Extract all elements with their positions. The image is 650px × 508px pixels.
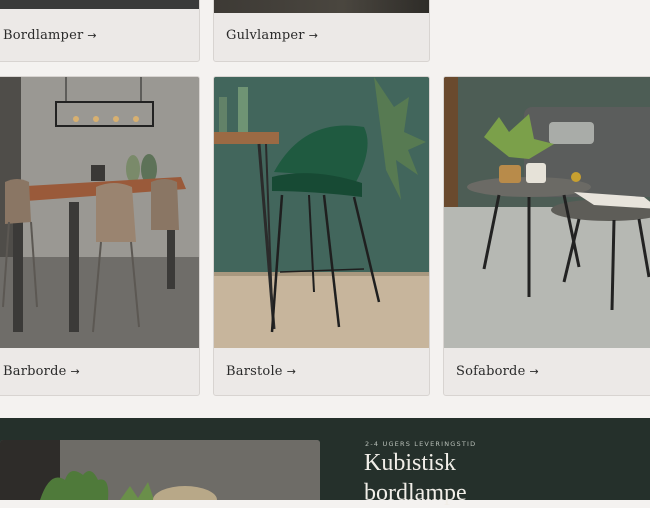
barstole-image xyxy=(214,77,429,348)
category-card-sofaborde[interactable]: Sofaborde → xyxy=(443,76,650,396)
promo-headline-line1: Kubistisk xyxy=(364,450,457,476)
promo-image xyxy=(0,440,320,500)
category-label-sofaborde: Sofaborde → xyxy=(456,364,539,379)
arrow-right-icon: → xyxy=(70,365,80,378)
category-card-barborde[interactable]: Barborde → xyxy=(0,76,200,396)
category-label-bordlamper: Bordlamper → xyxy=(3,28,97,43)
category-card-barstole[interactable]: Barstole → xyxy=(213,76,430,396)
arrow-right-icon: → xyxy=(529,365,539,378)
bordlamper-image xyxy=(0,0,199,9)
promo-headline[interactable]: Kubistisk bordlampe xyxy=(364,448,467,508)
arrow-right-icon: → xyxy=(87,29,97,42)
promo-banner xyxy=(0,418,650,500)
category-card-gulvlamper[interactable]: Gulvlamper → xyxy=(213,0,430,62)
category-label-barborde: Barborde → xyxy=(3,364,80,379)
category-card-bordlamper[interactable]: Bordlamper → xyxy=(0,0,200,62)
arrow-right-icon: → xyxy=(308,29,319,42)
category-label-barstole: Barstole → xyxy=(226,364,297,379)
promo-headline-line2: bordlampe xyxy=(364,480,467,506)
barborde-image xyxy=(0,77,199,348)
gulvlamper-image xyxy=(214,0,429,13)
category-label-gulvlamper: Gulvlamper → xyxy=(226,28,319,43)
arrow-right-icon: → xyxy=(286,365,297,378)
sofaborde-image xyxy=(444,77,650,348)
promo-kicker: 2-4 ugers leveringstid xyxy=(365,440,477,448)
